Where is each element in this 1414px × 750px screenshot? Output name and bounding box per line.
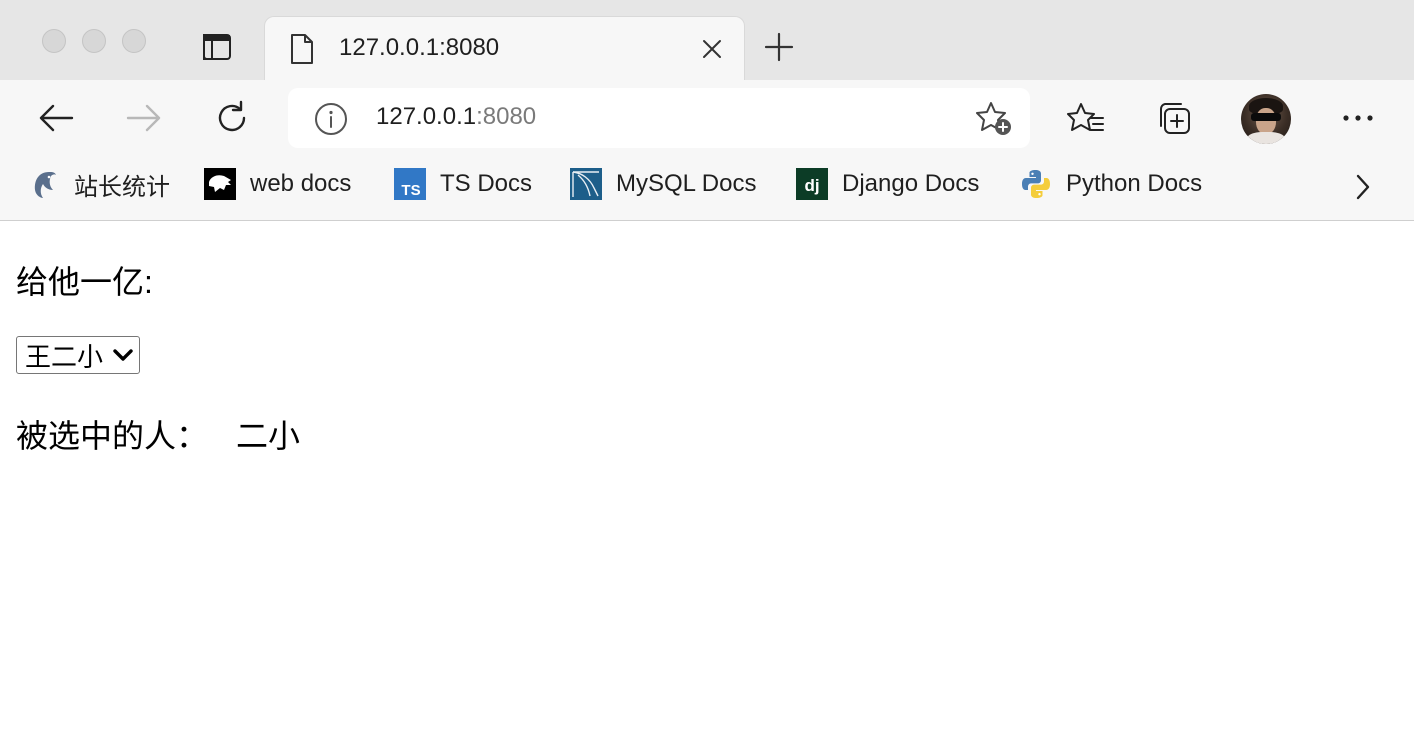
add-favorite-button[interactable] xyxy=(974,100,1012,141)
toolbar: 127.0.0.1:8080 xyxy=(0,80,1414,156)
url-text[interactable]: 127.0.0.1:8080 xyxy=(376,103,536,131)
mysql-icon xyxy=(570,168,602,200)
selected-label: 被选中的人： xyxy=(16,418,209,454)
mdn-dino-icon xyxy=(204,168,236,200)
typescript-icon: TS xyxy=(394,168,426,200)
tab-strip: 127.0.0.1:8080 xyxy=(0,0,1414,81)
bookmark-label: web docs xyxy=(250,170,352,197)
browser-window: 127.0.0.1:8080 127.0.0.1:8080 站长统计 web d… xyxy=(0,0,1414,750)
url-port: :8080 xyxy=(476,103,537,130)
chevron-right-icon xyxy=(1356,174,1370,200)
tab-close-button[interactable] xyxy=(698,35,726,63)
bookmark-item[interactable]: MySQL Docs xyxy=(570,168,756,200)
tab-actions-button[interactable] xyxy=(200,30,234,64)
select-value: 王二小 xyxy=(25,341,104,372)
plus-icon xyxy=(764,32,794,62)
bookmark-label: Python Docs xyxy=(1066,170,1203,197)
close-icon xyxy=(703,40,721,58)
bookmark-item[interactable]: 站长统计 xyxy=(28,168,170,201)
chevron-down-icon xyxy=(113,349,133,361)
django-icon: dj xyxy=(796,168,828,200)
tab-active[interactable]: 127.0.0.1:8080 xyxy=(264,16,745,81)
info-icon[interactable] xyxy=(314,102,348,141)
svg-text:dj: dj xyxy=(804,176,819,195)
person-select[interactable]: 王二小 xyxy=(16,336,140,374)
selected-person-name: 二小 xyxy=(236,418,301,454)
page-content: 给他一亿: 王二小 被选中的人： 二小 xyxy=(0,221,1414,750)
selected-person-line: 被选中的人： 二小 xyxy=(16,411,300,457)
bookmark-item[interactable]: TS TS Docs xyxy=(394,168,532,200)
star-add-icon xyxy=(976,102,1011,135)
tab-actions-icon xyxy=(203,34,231,60)
bookmark-item[interactable]: web docs xyxy=(204,168,351,200)
bookmark-label: Django Docs xyxy=(842,170,980,197)
address-bar[interactable]: 127.0.0.1:8080 xyxy=(288,88,1030,148)
back-button[interactable] xyxy=(36,98,76,138)
url-host: 127.0.0.1 xyxy=(376,103,477,130)
bookmark-label: 站长统计 xyxy=(74,173,170,201)
bookmarks-overflow-button[interactable] xyxy=(1346,170,1380,204)
collections-button[interactable] xyxy=(1154,98,1194,138)
bookmark-item[interactable]: Python Docs xyxy=(1020,168,1202,200)
bookmark-label: MySQL Docs xyxy=(616,170,757,197)
collections-icon xyxy=(1160,103,1190,134)
python-icon xyxy=(1020,168,1052,200)
new-tab-button[interactable] xyxy=(760,28,798,66)
favorites-button[interactable] xyxy=(1066,98,1106,138)
favorites-icon xyxy=(1067,103,1104,131)
arrow-left-icon xyxy=(39,104,74,132)
tab-title: 127.0.0.1:8080 xyxy=(339,34,500,61)
dolphin-icon xyxy=(28,168,60,200)
bookmark-label: TS Docs xyxy=(440,170,533,197)
page-heading: 给他一亿: xyxy=(16,264,153,300)
profile-avatar[interactable] xyxy=(1241,94,1291,144)
svg-text:TS: TS xyxy=(401,182,420,199)
close-window-button[interactable] xyxy=(42,29,66,53)
minimize-window-button[interactable] xyxy=(82,29,106,53)
more-menu-button[interactable] xyxy=(1338,98,1378,138)
reload-button[interactable] xyxy=(212,98,252,138)
forward-button[interactable] xyxy=(124,98,164,138)
bookmarks-bar: 站长统计 web docs TS TS Docs MySQL Docs dj D… xyxy=(0,156,1414,221)
reload-icon xyxy=(218,100,246,132)
arrow-right-icon xyxy=(126,104,161,132)
page-icon xyxy=(289,33,315,70)
bookmark-item[interactable]: dj Django Docs xyxy=(796,168,979,200)
more-dots-icon xyxy=(1343,115,1373,121)
zoom-window-button[interactable] xyxy=(122,29,146,53)
